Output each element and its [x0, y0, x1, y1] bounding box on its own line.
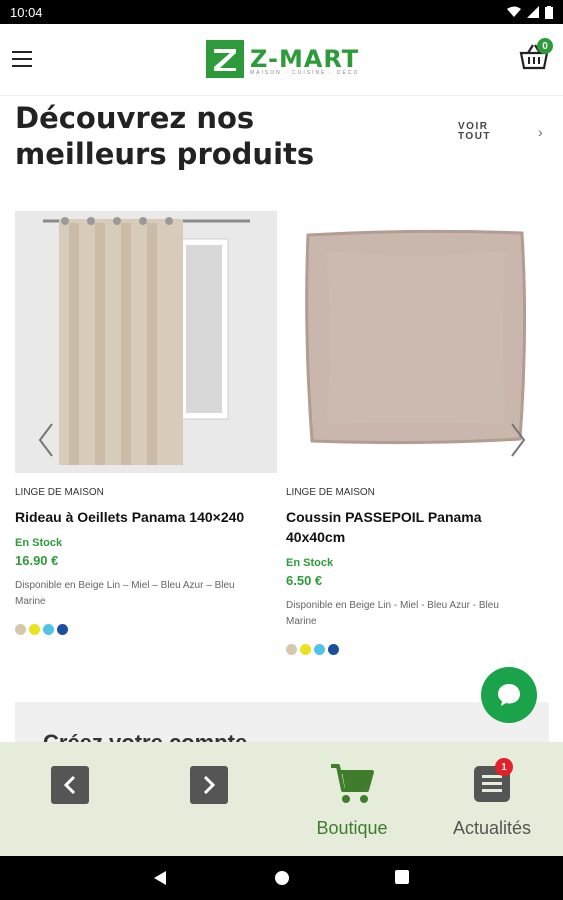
swatch-bleu-azur[interactable] [43, 624, 54, 635]
chevron-right-icon [203, 775, 216, 795]
status-bar: 10:04 [0, 0, 563, 24]
stock-status: En Stock [286, 557, 334, 569]
tab-actualites[interactable]: 1 Actualités [437, 758, 547, 839]
system-recents-icon[interactable] [395, 870, 409, 884]
menu-icon[interactable] [12, 51, 32, 67]
product-price: 6.50 € [286, 573, 323, 588]
chevron-right-icon[interactable]: › [538, 124, 543, 140]
availability-text: Disponible en Beige Lin - Miel - Bleu Az… [286, 600, 499, 627]
product-name[interactable]: Rideau à Oeillets Panama 140×240 [15, 507, 245, 527]
status-icons [507, 5, 553, 19]
app-screen: 10:04 Z-MART MAISON · CUISINE · DÉCO 0 D… [0, 0, 563, 900]
section-title: Découvrez nos meilleurs produits [15, 101, 315, 171]
tab-actualites-label: Actualités [452, 818, 532, 838]
swatch-bleu-marine[interactable] [57, 624, 68, 635]
swatch-miel[interactable] [29, 624, 40, 635]
back-button[interactable] [51, 766, 89, 804]
news-count-badge: 1 [495, 758, 513, 776]
color-swatches [15, 624, 277, 635]
carousel-next-button[interactable] [506, 420, 530, 460]
stock-status: En Stock [15, 537, 63, 549]
forward-button[interactable] [190, 766, 228, 804]
carousel-prev-button[interactable] [34, 420, 58, 460]
app-header: Z-MART MAISON · CUISINE · DÉCO 0 [0, 24, 563, 96]
shopping-cart-icon [331, 764, 374, 803]
swatch-beige[interactable] [15, 624, 26, 635]
tab-boutique-label: Boutique [316, 818, 388, 838]
chat-button[interactable] [481, 667, 537, 723]
availability-text: Disponible en Beige Lin – Miel – Bleu Az… [15, 580, 235, 607]
system-home-icon[interactable] [274, 870, 290, 886]
brand-logo[interactable]: Z-MART MAISON · CUISINE · DÉCO [206, 40, 359, 78]
logo-tagline: MAISON · CUISINE · DÉCO [250, 70, 360, 76]
cart-button[interactable]: 0 [519, 38, 553, 74]
product-category: LINGE DE MAISON [286, 487, 375, 498]
product-price: 16.90 € [15, 553, 59, 568]
system-nav-bar [0, 856, 563, 900]
system-back-icon[interactable] [152, 870, 168, 886]
see-all-link[interactable]: VOIR TOUT [458, 122, 508, 142]
bottom-nav: Boutique 1 Actualités [0, 742, 563, 856]
chevron-right-icon [511, 423, 526, 457]
battery-icon [545, 5, 553, 19]
swatch-miel[interactable] [300, 644, 311, 655]
signal-icon [527, 6, 539, 18]
logo-mark-icon [206, 40, 244, 78]
product-category: LINGE DE MAISON [15, 487, 104, 498]
swatch-bleu-azur[interactable] [314, 644, 325, 655]
chat-bubble-icon [498, 684, 520, 706]
product-name[interactable]: Coussin PASSEPOIL Panama 40x40cm [286, 507, 516, 547]
cart-count-badge: 0 [537, 38, 553, 54]
chevron-left-icon [38, 423, 53, 457]
logo-text: Z-MART [250, 45, 360, 73]
color-swatches [286, 644, 548, 655]
chevron-left-icon [63, 775, 76, 795]
wifi-icon [507, 6, 521, 17]
tab-boutique[interactable]: Boutique [297, 760, 407, 839]
status-time: 10:04 [10, 4, 43, 20]
swatch-beige[interactable] [286, 644, 297, 655]
swatch-bleu-marine[interactable] [328, 644, 339, 655]
